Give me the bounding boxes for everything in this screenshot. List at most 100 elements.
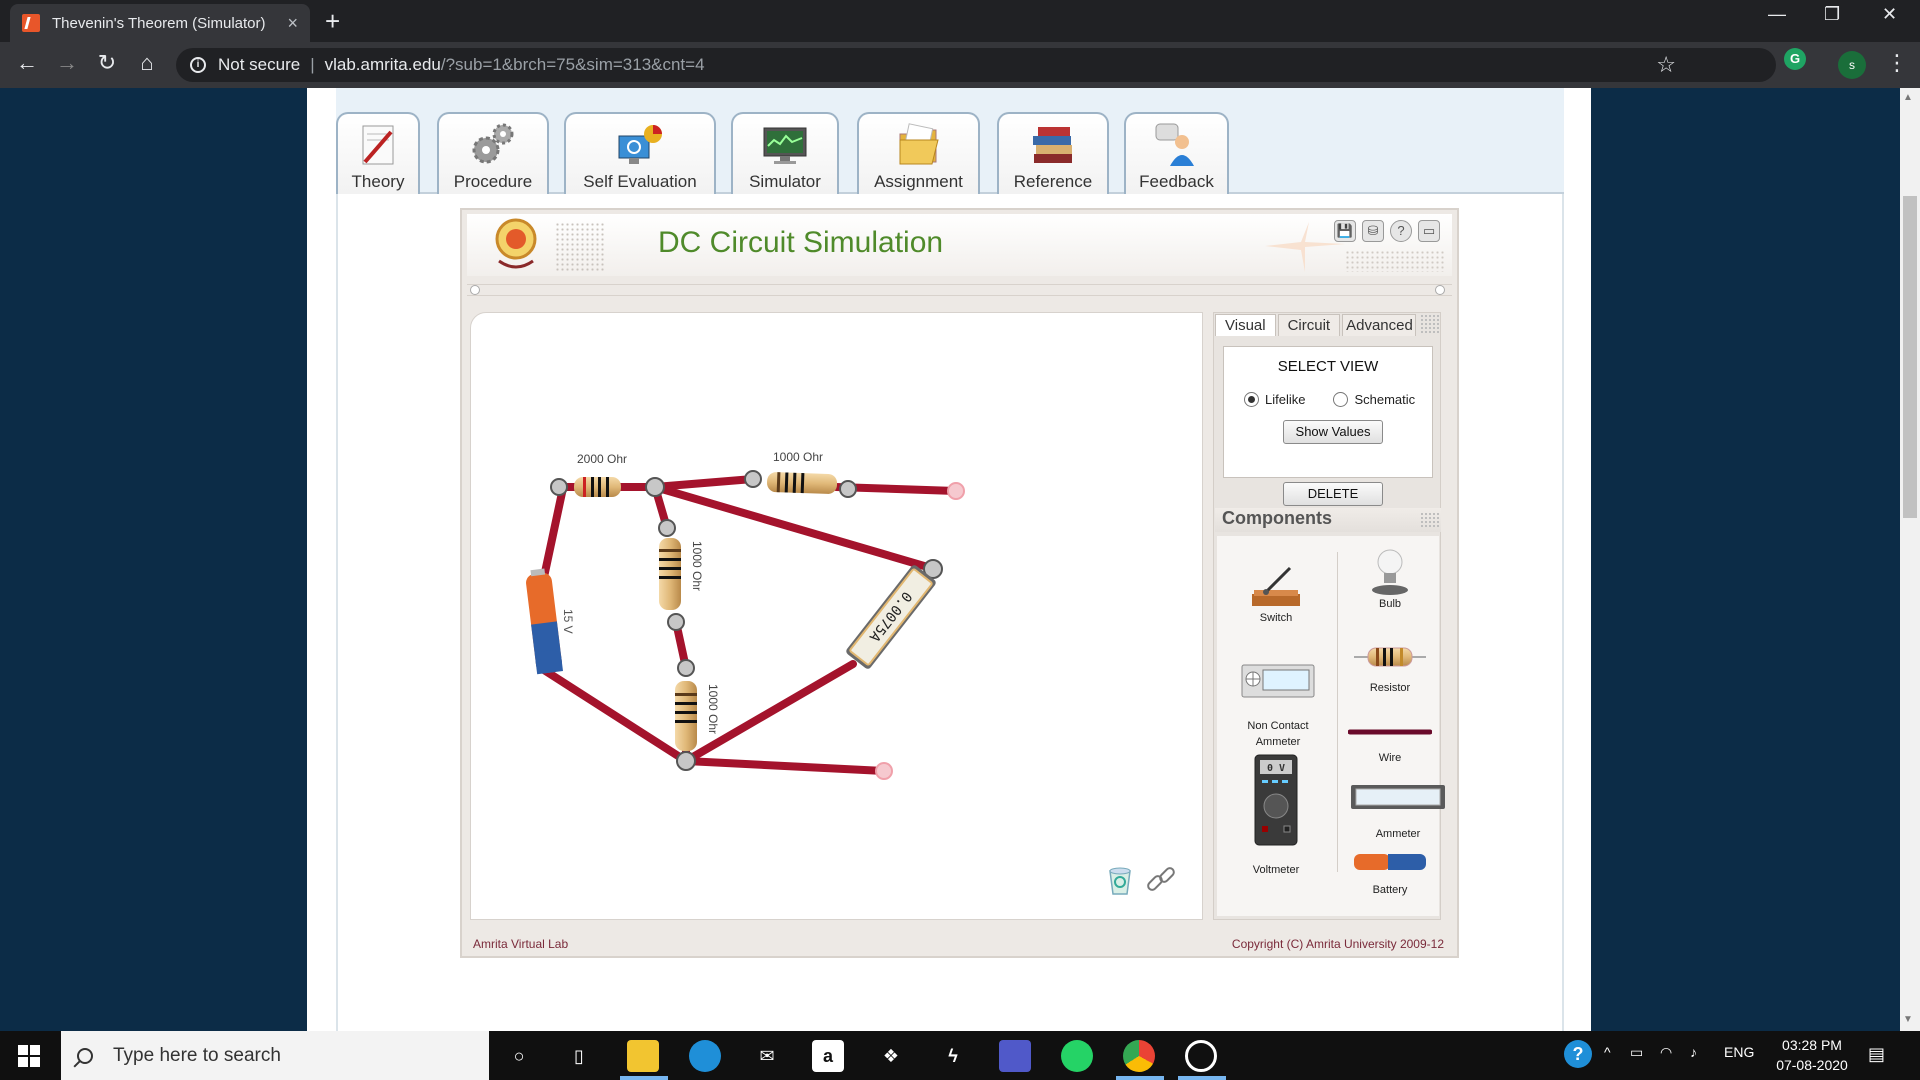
tray-expand-icon[interactable]: ^ <box>1604 1044 1611 1060</box>
battery[interactable] <box>525 568 563 675</box>
windows-start-icon[interactable] <box>18 1045 40 1067</box>
teams-icon[interactable] <box>999 1040 1031 1072</box>
chrome-icon[interactable] <box>1123 1040 1155 1072</box>
app-lightning-icon[interactable]: ϟ <box>937 1040 969 1072</box>
circuit-canvas[interactable]: 15 V 2000 Ohr 1000 Ohr 1000 Ohr 1000 Ohr… <box>470 312 1203 920</box>
close-window-icon[interactable]: ✕ <box>1882 4 1897 25</box>
schematic-radio[interactable] <box>1333 392 1349 407</box>
wire-end[interactable] <box>875 762 893 780</box>
language-indicator[interactable]: ENG <box>1724 1044 1754 1060</box>
wire[interactable] <box>682 757 888 775</box>
notifications-icon[interactable]: ▤ <box>1868 1044 1885 1065</box>
taskbar-search[interactable]: Type here to search <box>61 1031 489 1080</box>
components-header: Components <box>1215 508 1441 532</box>
battery-tray-icon[interactable]: ▭ <box>1630 1044 1643 1061</box>
resistor-1000-mid-lower[interactable] <box>675 681 697 751</box>
component-label: Ammeter <box>1375 828 1421 840</box>
component-bulb[interactable]: Bulb <box>1352 546 1428 610</box>
screen-recorder-icon[interactable] <box>1185 1040 1217 1072</box>
active-indicator <box>1178 1076 1226 1080</box>
recycle-bin-icon[interactable] <box>1107 865 1133 895</box>
header-dot-pattern-right <box>1345 250 1445 272</box>
browser-menu-icon[interactable]: ⋮ <box>1886 50 1908 76</box>
tab-reference[interactable]: Reference <box>997 112 1109 194</box>
wire-node[interactable] <box>550 478 568 496</box>
component-battery[interactable]: Battery <box>1350 852 1430 896</box>
scroll-thumb[interactable] <box>1903 196 1917 518</box>
tab-theory[interactable]: Theory <box>336 112 420 194</box>
restore-icon[interactable]: ❐ <box>1824 4 1840 25</box>
tab-visual[interactable]: Visual <box>1215 314 1276 336</box>
help-icon[interactable]: ? <box>1390 220 1412 242</box>
save-icon[interactable]: 💾 <box>1334 220 1356 242</box>
browser-tab-bar: Thevenin's Theorem (Simulator) × + — ❐ ✕ <box>0 0 1920 42</box>
reload-icon[interactable]: ↻ <box>92 50 122 76</box>
panel-grip[interactable] <box>1420 314 1440 334</box>
wifi-tray-icon[interactable]: ◠ <box>1660 1044 1672 1061</box>
tab-simulator[interactable]: Simulator <box>731 112 839 194</box>
delete-button[interactable]: DELETE <box>1283 482 1383 506</box>
profile-avatar[interactable]: s <box>1838 51 1866 79</box>
bulb-icon <box>1372 549 1408 595</box>
wire-node[interactable] <box>658 519 676 537</box>
back-icon[interactable]: ← <box>12 50 42 76</box>
browser-tab[interactable]: Thevenin's Theorem (Simulator) × <box>10 4 310 42</box>
volume-tray-icon[interactable]: ♪ <box>1690 1044 1697 1060</box>
grammarly-extension-icon[interactable]: G <box>1784 48 1806 70</box>
info-icon[interactable]: i <box>190 57 206 73</box>
wire-node[interactable] <box>744 470 762 488</box>
amazon-icon[interactable]: a <box>812 1040 844 1072</box>
component-switch[interactable]: Switch <box>1236 564 1316 624</box>
scroll-down-icon[interactable]: ▼ <box>1903 1014 1913 1025</box>
component-non-contact-ammeter[interactable]: Non Contact Ammeter <box>1226 664 1330 750</box>
component-wire[interactable]: Wire <box>1348 726 1432 764</box>
help-tray-icon[interactable]: ? <box>1564 1040 1592 1068</box>
wire[interactable] <box>651 475 757 491</box>
connect-link-icon[interactable] <box>1143 863 1179 897</box>
minimize-icon[interactable]: — <box>1768 4 1786 25</box>
home-icon[interactable]: ⌂ <box>132 50 162 76</box>
wire-node[interactable] <box>677 659 695 677</box>
bookmark-star-icon[interactable]: ☆ <box>1656 52 1676 78</box>
task-view-icon[interactable]: ▯ <box>563 1040 595 1072</box>
ammeter-on-canvas[interactable]: 0.0075A <box>845 564 938 671</box>
non-contact-ammeter-icon <box>1241 664 1315 698</box>
fullscreen-icon[interactable]: ▭ <box>1418 220 1440 242</box>
component-voltmeter[interactable]: 0 V Voltmeter <box>1236 754 1316 876</box>
resistor-1000-top[interactable] <box>767 472 838 494</box>
wire-node[interactable] <box>667 613 685 631</box>
mail-icon[interactable]: ✉ <box>751 1040 783 1072</box>
component-ammeter[interactable]: Ammeter <box>1346 784 1450 840</box>
show-values-button[interactable]: Show Values <box>1283 420 1383 444</box>
tab-advanced[interactable]: Advanced <box>1342 314 1417 336</box>
edge-icon[interactable] <box>689 1040 721 1072</box>
wire-node[interactable] <box>676 751 696 771</box>
taskbar-clock[interactable]: 03:28 PM 07-08-2020 <box>1764 1035 1860 1075</box>
file-explorer-icon[interactable] <box>627 1040 659 1072</box>
tab-procedure[interactable]: Procedure <box>437 112 549 194</box>
whatsapp-icon[interactable] <box>1061 1040 1093 1072</box>
wire-node[interactable] <box>839 480 857 498</box>
dropbox-icon[interactable]: ❖ <box>875 1040 907 1072</box>
resistor-1000-mid-upper[interactable] <box>659 538 681 610</box>
scroll-up-icon[interactable]: ▲ <box>1903 92 1913 103</box>
tab-circuit[interactable]: Circuit <box>1277 314 1341 336</box>
load-icon[interactable]: ⛁ <box>1362 220 1384 242</box>
wire[interactable] <box>540 484 567 581</box>
component-resistor[interactable]: Resistor <box>1352 644 1428 694</box>
wire-node[interactable] <box>645 477 665 497</box>
components-grip[interactable] <box>1420 512 1440 528</box>
tab-close-icon[interactable]: × <box>287 13 298 34</box>
cortana-icon[interactable]: ○ <box>503 1040 535 1072</box>
tab-feedback[interactable]: Feedback <box>1124 112 1229 194</box>
circuit-drawing[interactable]: 15 V 2000 Ohr 1000 Ohr 1000 Ohr 1000 Ohr… <box>471 313 1204 921</box>
lifelike-radio[interactable] <box>1244 392 1259 407</box>
wire[interactable] <box>540 666 690 765</box>
tab-assignment[interactable]: Assignment <box>857 112 980 194</box>
wire-end[interactable] <box>947 482 965 500</box>
resistor-2000[interactable] <box>574 477 621 497</box>
address-bar[interactable]: i Not secure | vlab.amrita.edu /?sub=1&b… <box>176 48 1776 82</box>
tab-self-evaluation[interactable]: Self Evaluation <box>564 112 716 194</box>
forward-icon[interactable]: → <box>52 50 82 76</box>
new-tab-button[interactable]: + <box>325 6 340 37</box>
